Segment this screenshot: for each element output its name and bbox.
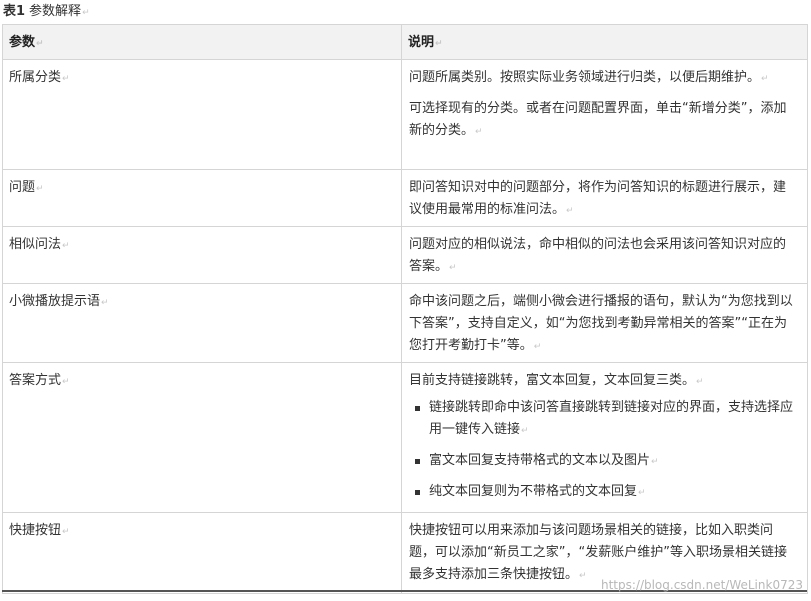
list-item: 富文本回复支持带格式的文本以及图片↵: [409, 450, 793, 473]
row-desc: 可选择现有的分类。或者在问题配置界面，单击“新增分类”，添加新的分类。: [409, 101, 787, 138]
row-param: 所属分类: [9, 70, 62, 85]
header-param: 参数: [9, 35, 36, 50]
paragraph-mark-icon: ↵: [36, 184, 44, 194]
table-row: 相似问法↵ 问题对应的相似说法，命中相似的问法也会采用该问答知识对应的答案。↵: [2, 226, 808, 284]
paragraph-mark-icon: ↵: [521, 426, 529, 436]
caption-label: 表1: [3, 4, 26, 19]
paragraph-mark-icon: ↵: [761, 74, 769, 84]
paragraph-mark-icon: ↵: [449, 263, 457, 273]
row-desc: 问题所属类别。按照实际业务领域进行归类，以便后期维护。: [409, 70, 761, 85]
row-desc: 问题对应的相似说法，命中相似的问法也会采用该问答知识对应的答案。: [409, 237, 787, 274]
paragraph-mark-icon: ↵: [566, 206, 574, 216]
paragraph-mark-icon: ↵: [435, 39, 443, 49]
row-param: 问题: [9, 180, 36, 195]
list-item: 链接跳转即命中该问答直接跳转到链接对应的界面，支持选择应用一键传入链接↵: [409, 397, 793, 442]
paragraph-mark-icon: ↵: [62, 74, 70, 84]
paragraph-mark-icon: ↵: [475, 127, 483, 137]
row-desc: 即问答知识对中的问题部分，将作为问答知识的标题进行展示，建议使用最常用的标准问法…: [409, 180, 787, 217]
table-header-row: 参数↵ 说明↵: [2, 24, 808, 60]
row-param: 小微播放提示语: [9, 294, 101, 309]
table-row: 答案方式↵ 目前支持链接跳转，富文本回复，文本回复三类。↵ 链接跳转即命中该问答…: [2, 362, 808, 513]
row-desc: 快捷按钮可以用来添加与该问题场景相关的链接，比如入职类问题，可以添加“新员工之家…: [409, 523, 787, 582]
answer-type-list: 链接跳转即命中该问答直接跳转到链接对应的界面，支持选择应用一键传入链接↵ 富文本…: [409, 397, 793, 504]
header-desc: 说明: [408, 35, 435, 50]
table-row: 小微播放提示语↵ 命中该问题之后，端侧小微会进行播报的语句，默认为“为您找到以下…: [2, 283, 808, 363]
paragraph-mark-icon: ↵: [651, 457, 659, 467]
paragraph-mark-icon: ↵: [62, 241, 70, 251]
paragraph-mark-icon: ↵: [579, 571, 587, 581]
parameter-table: 参数↵ 说明↵ 所属分类↵ 问题所属类别。按照实际业务领域进行归类，以便后期维护…: [2, 24, 808, 594]
table-caption: 表1 参数解释↵: [3, 2, 90, 22]
row-desc: 命中该问题之后，端侧小微会进行播报的语句，默认为“为您找到以下答案”，支持自定义…: [409, 294, 793, 353]
paragraph-mark-icon: ↵: [36, 39, 44, 49]
table-row: 问题↵ 即问答知识对中的问题部分，将作为问答知识的标题进行展示，建议使用最常用的…: [2, 169, 808, 227]
row-param: 相似问法: [9, 237, 62, 252]
paragraph-mark-icon: ↵: [101, 298, 109, 308]
paragraph-mark-icon: ↵: [638, 488, 646, 498]
paragraph-mark-icon: ↵: [533, 342, 542, 352]
list-item: 纯文本回复则为不带格式的文本回复↵: [409, 481, 793, 504]
table-row: 所属分类↵ 问题所属类别。按照实际业务领域进行归类，以便后期维护。↵ 可选择现有…: [2, 59, 808, 170]
watermark: https://blog.csdn.net/WeLink0723: [600, 578, 803, 592]
caption-title: 参数解释: [29, 4, 82, 19]
row-param: 答案方式: [9, 373, 62, 388]
paragraph-mark-icon: ↵: [82, 8, 90, 18]
row-desc: 目前支持链接跳转，富文本回复，文本回复三类。: [409, 373, 696, 388]
paragraph-mark-icon: ↵: [62, 377, 70, 387]
paragraph-mark-icon: ↵: [696, 377, 704, 387]
row-param: 快捷按钮: [9, 523, 62, 538]
paragraph-mark-icon: ↵: [62, 527, 70, 537]
